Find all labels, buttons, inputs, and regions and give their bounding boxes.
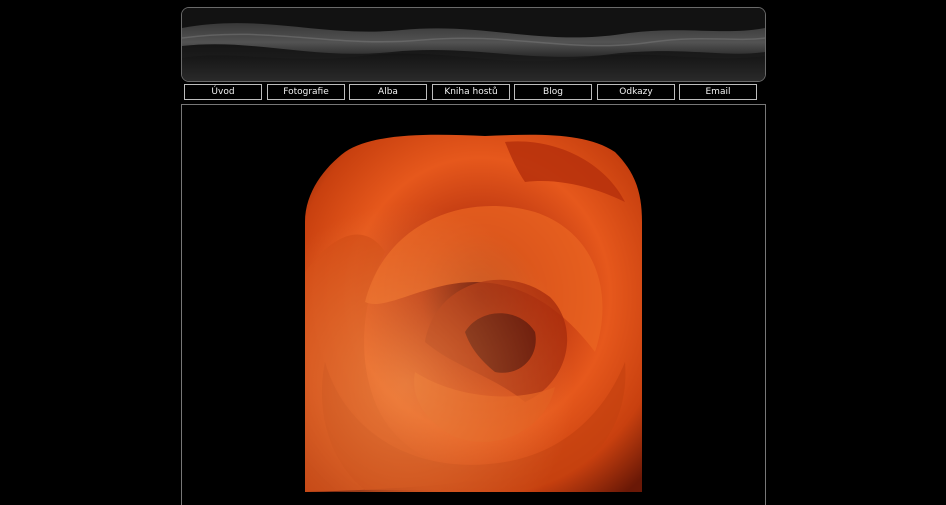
silk-wave-graphic xyxy=(182,8,765,81)
content-frame xyxy=(181,104,766,505)
nav-item-alba[interactable]: Alba xyxy=(349,84,427,100)
nav-item-fotografie[interactable]: Fotografie xyxy=(267,84,345,100)
rose-photo xyxy=(305,132,642,492)
nav-item-uvod[interactable]: Úvod xyxy=(184,84,262,100)
header-banner xyxy=(181,7,766,82)
nav-item-blog[interactable]: Blog xyxy=(514,84,592,100)
nav-item-kniha-hostu[interactable]: Kniha hostů xyxy=(432,84,510,100)
main-nav: Úvod Fotografie Alba Kniha hostů Blog Od… xyxy=(181,84,766,104)
nav-item-odkazy[interactable]: Odkazy xyxy=(597,84,675,100)
nav-item-email[interactable]: Email xyxy=(679,84,757,100)
page-container: Úvod Fotografie Alba Kniha hostů Blog Od… xyxy=(181,7,766,505)
